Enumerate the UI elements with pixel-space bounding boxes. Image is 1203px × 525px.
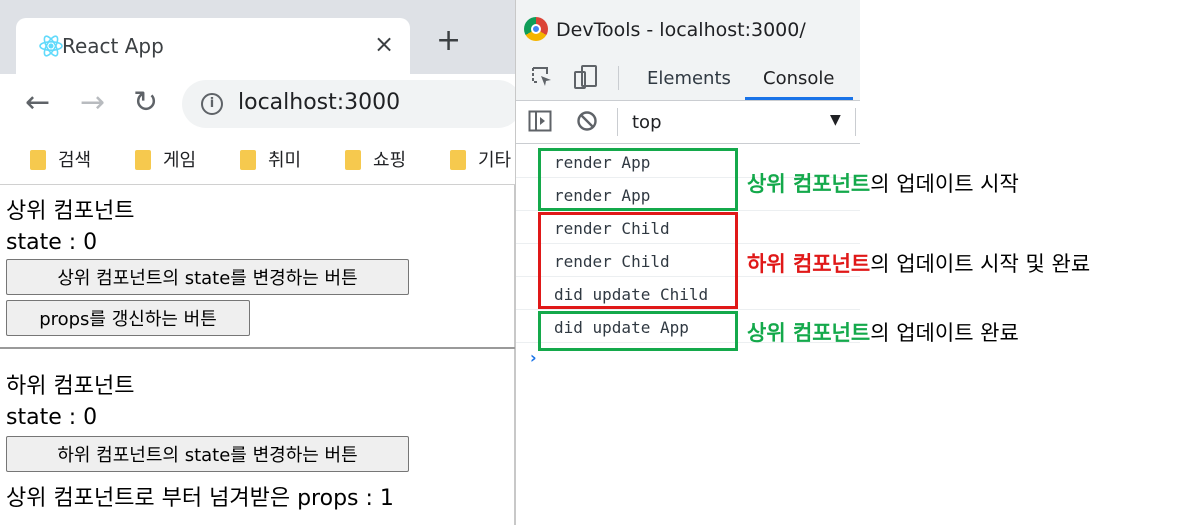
divider xyxy=(0,347,515,349)
tab-elements[interactable]: Elements xyxy=(647,68,731,89)
clear-console-icon[interactable] xyxy=(576,110,598,132)
reload-button[interactable]: ↻ xyxy=(133,88,158,118)
annotation-highlight: 하위 컴포넌트 xyxy=(747,252,871,276)
sidebar-toggle-icon[interactable] xyxy=(528,110,552,132)
parent-state-button[interactable]: 상위 컴포넌트의 state를 변경하는 버튼 xyxy=(6,259,409,295)
props-text: 상위 컴포넌트로 부터 넘겨받은 props : 1 xyxy=(6,486,394,511)
react-icon xyxy=(39,35,63,57)
chrome-icon-center xyxy=(531,24,541,34)
console-toolbar xyxy=(516,101,860,144)
info-icon[interactable]: i xyxy=(201,93,223,115)
devtools-title: DevTools - localhost:3000/ xyxy=(556,19,806,41)
update-props-button[interactable]: props를 갱신하는 버튼 xyxy=(6,300,250,336)
folder-icon xyxy=(345,150,361,170)
bookmark-item[interactable]: 검색 xyxy=(30,146,91,172)
annotation-highlight: 상위 컴포넌트 xyxy=(747,321,871,345)
bookmark-item[interactable]: 쇼핑 xyxy=(345,146,406,172)
folder-icon xyxy=(240,150,256,170)
child-state-button[interactable]: 하위 컴포넌트의 state를 변경하는 버튼 xyxy=(6,436,409,472)
child-heading: 하위 컴포넌트 xyxy=(6,374,135,399)
forward-button[interactable]: → xyxy=(80,88,105,118)
annotation-highlight: 상위 컴포넌트 xyxy=(747,172,871,196)
device-toggle-icon[interactable] xyxy=(573,64,599,90)
inspect-icon[interactable] xyxy=(531,66,553,88)
annotation-child: 하위 컴포넌트의 업데이트 시작 및 완료 xyxy=(747,252,1091,276)
active-tab-indicator xyxy=(745,97,853,100)
bookmark-item[interactable]: 취미 xyxy=(240,146,301,172)
context-selector[interactable]: top xyxy=(632,112,662,133)
close-icon[interactable]: × xyxy=(374,30,394,58)
parent-state: state : 0 xyxy=(6,230,98,255)
annotation-parent-start: 상위 컴포넌트의 업데이트 시작 xyxy=(747,172,1019,196)
tab-separator xyxy=(618,66,619,90)
chevron-down-icon[interactable]: ▼ xyxy=(830,112,841,128)
console-prompt[interactable]: › xyxy=(530,348,537,367)
tab-console[interactable]: Console xyxy=(763,68,834,89)
folder-icon xyxy=(135,150,151,170)
bookmark-item[interactable]: 기타 xyxy=(450,146,514,172)
back-button[interactable]: ← xyxy=(25,88,50,118)
highlight-box-child xyxy=(538,212,738,309)
folder-icon xyxy=(450,150,466,170)
tab-title: React App xyxy=(62,34,164,58)
bookmark-item[interactable]: 게임 xyxy=(135,146,196,172)
url-text[interactable]: localhost:3000 xyxy=(238,90,400,115)
highlight-box-parent-start xyxy=(538,148,738,211)
toolbar-separator xyxy=(855,108,856,136)
folder-icon xyxy=(30,150,46,170)
toolbar-separator xyxy=(617,108,618,136)
parent-heading: 상위 컴포넌트 xyxy=(6,199,135,224)
new-tab-button[interactable]: + xyxy=(436,26,461,56)
highlight-box-parent-end xyxy=(538,311,738,351)
annotation-parent-end: 상위 컴포넌트의 업데이트 완료 xyxy=(747,321,1019,345)
child-state: state : 0 xyxy=(6,405,98,430)
